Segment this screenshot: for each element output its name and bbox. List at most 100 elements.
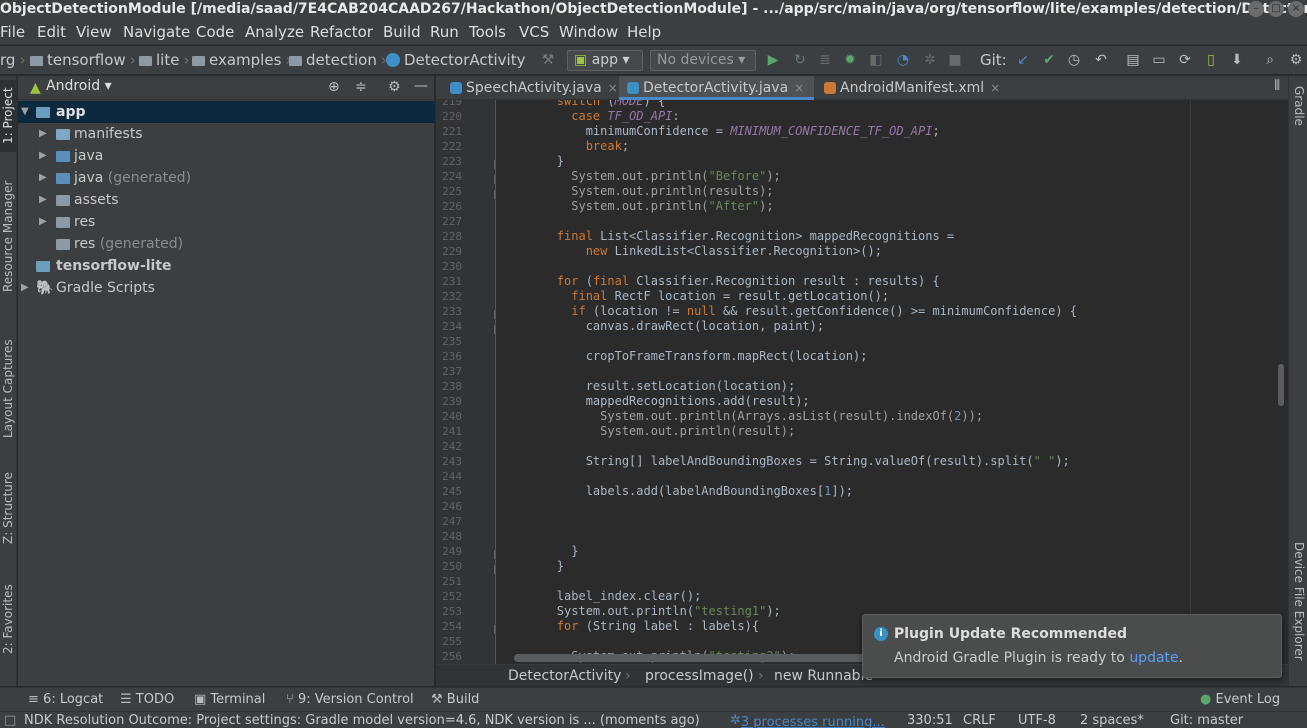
close-tab-icon[interactable]: × [990, 81, 1000, 95]
rollback-icon[interactable]: ↶ [1093, 52, 1109, 68]
run-icon[interactable]: ▶ [765, 52, 781, 68]
tool-version-control[interactable]: ⑂ 9: Version Control [286, 692, 414, 708]
file-encoding[interactable]: UTF-8 [1018, 712, 1056, 728]
history-icon[interactable]: ◷ [1066, 52, 1082, 68]
fold-marker-icon[interactable] [494, 175, 495, 184]
tool-terminal[interactable]: ▣ Terminal [194, 692, 265, 708]
tree-item-tensorflow-lite[interactable]: tensorflow-lite [18, 255, 435, 277]
tree-item-app[interactable]: ▼ app [18, 101, 435, 123]
commit-icon[interactable]: ✔ [1041, 52, 1057, 68]
crumb-method[interactable]: processImage() [645, 665, 754, 686]
collapse-all-icon[interactable]: ≑ [355, 79, 367, 95]
git-branch[interactable]: Git: master [1170, 712, 1243, 728]
maximize-icon[interactable]: □ [1268, 1, 1284, 17]
indent-setting[interactable]: 2 spaces* [1080, 712, 1144, 728]
coverage-icon[interactable]: ◧ [868, 52, 884, 68]
fold-marker-icon[interactable] [494, 565, 495, 574]
menu-vcs[interactable]: VCS [519, 23, 549, 42]
crumb-detector-activity[interactable]: DetectorActivity [386, 51, 525, 69]
tab-project[interactable]: 1: Project [0, 80, 17, 152]
menu-view[interactable]: View [76, 23, 112, 42]
caret-position[interactable]: 330:51 [907, 712, 953, 728]
tree-item-res-generated[interactable]: res (generated) [18, 233, 435, 255]
project-structure-icon[interactable]: ▤ [1125, 52, 1141, 68]
crumb-lite[interactable]: lite › [139, 51, 193, 69]
menu-run[interactable]: Run [430, 23, 459, 42]
expand-arrow-icon[interactable]: ▶ [39, 167, 47, 189]
code-area[interactable]: switch (MODE) { case TF_OD_API: minimumC… [499, 100, 1189, 670]
tool-event-log[interactable]: ● Event Log [1200, 692, 1280, 708]
menu-file[interactable]: File [0, 23, 25, 42]
tree-item-java-generated[interactable]: ▶ java (generated) [18, 167, 435, 189]
expand-arrow-icon[interactable]: ▼ [21, 101, 29, 123]
fold-marker-icon[interactable] [494, 310, 495, 319]
apply-changes-icon[interactable]: ↻ [792, 52, 808, 68]
line-separator[interactable]: CRLF [963, 712, 996, 728]
tree-item-java[interactable]: ▶ java [18, 145, 435, 167]
profile-icon[interactable]: ◔ [895, 52, 911, 68]
tool-build[interactable]: ⚒ Build [431, 692, 479, 708]
update-project-icon[interactable]: ↙ [1015, 52, 1031, 68]
expand-arrow-icon[interactable]: ▶ [39, 145, 47, 167]
menu-help[interactable]: Help [627, 23, 661, 42]
gear-icon[interactable]: ⚙ [388, 79, 401, 95]
close-icon[interactable]: × [1288, 1, 1304, 17]
expand-arrow-icon[interactable]: ▶ [21, 277, 29, 299]
debug-icon[interactable]: ✹ [842, 52, 858, 68]
expand-arrow-icon[interactable]: ▶ [39, 189, 47, 211]
status-message[interactable]: NDK Resolution Outcome: Project settings… [24, 712, 700, 728]
menu-navigate[interactable]: Navigate [123, 23, 190, 42]
crumb-tensorflow[interactable]: tensorflow › [30, 51, 140, 69]
tree-item-gradle-scripts[interactable]: ▶ 🐘 Gradle Scripts [18, 277, 435, 299]
menu-edit[interactable]: Edit [37, 23, 66, 42]
tree-item-res[interactable]: ▶ res [18, 211, 435, 233]
update-link[interactable]: update [1129, 650, 1178, 666]
hammer-icon[interactable]: ⚒ [540, 52, 556, 68]
attach-debugger-icon[interactable]: ✲ [922, 52, 938, 68]
close-tab-icon[interactable]: × [608, 81, 618, 95]
stop-icon[interactable]: ■ [947, 52, 963, 68]
tool-todo[interactable]: ☰ TODO [120, 692, 174, 708]
tree-item-manifests[interactable]: ▶ manifests [18, 123, 435, 145]
tab-structure[interactable]: Z: Structure [0, 468, 17, 548]
crumb-detection[interactable]: detection › [289, 51, 391, 69]
sdk-manager-icon[interactable]: ⬇ [1229, 52, 1245, 68]
crumb-class[interactable]: DetectorActivity [508, 665, 621, 686]
settings-icon[interactable]: ⚙ [1288, 52, 1304, 68]
menu-tools[interactable]: Tools [469, 23, 506, 42]
minimize-icon[interactable]: – [1248, 1, 1264, 17]
menu-analyze[interactable]: Analyze [245, 23, 304, 42]
crumb-org[interactable]: rg › [0, 51, 29, 69]
crumb-examples[interactable]: examples› [192, 51, 295, 69]
close-tab-icon[interactable]: × [794, 81, 804, 95]
tree-item-assets[interactable]: ▶ assets [18, 189, 435, 211]
fold-marker-icon[interactable] [494, 325, 495, 334]
tab-android-manifest[interactable]: AndroidManifest.xml × [816, 76, 1008, 100]
tab-layout-captures[interactable]: Layout Captures [0, 334, 17, 444]
menu-refactor[interactable]: Refactor [310, 23, 373, 42]
search-icon[interactable]: ⌕ [1262, 52, 1278, 68]
split-editor-icon[interactable]: ⦀ [1274, 78, 1280, 94]
fold-marker-icon[interactable] [494, 160, 495, 169]
fold-marker-icon[interactable] [494, 625, 495, 634]
device-dropdown[interactable]: No devices ▾ [650, 50, 756, 71]
fold-marker-icon[interactable] [494, 550, 495, 559]
locate-icon[interactable]: ⊕ [328, 79, 340, 95]
tab-gradle[interactable]: Gradle [1290, 86, 1307, 146]
run-config-dropdown[interactable]: ▣ app ▾ [567, 50, 643, 71]
menu-build[interactable]: Build [383, 23, 421, 42]
processes-indicator[interactable]: ✲ 3 processes running... [730, 712, 885, 728]
tab-device-file-explorer[interactable]: Device File Explorer [1290, 542, 1307, 682]
expand-arrow-icon[interactable]: ▶ [39, 211, 47, 233]
crumb-runnable[interactable]: new Runnable [774, 665, 873, 686]
tab-speech-activity[interactable]: SpeechActivity.java × [442, 76, 618, 100]
fold-marker-icon[interactable] [494, 190, 495, 199]
avd-manager-icon[interactable]: ▯ [1203, 52, 1219, 68]
tab-resource-manager[interactable]: Resource Manager [0, 176, 17, 296]
vertical-scrollbar[interactable] [1278, 364, 1284, 406]
menu-code[interactable]: Code [196, 23, 234, 42]
tab-favorites[interactable]: 2: Favorites [0, 576, 17, 662]
menu-window[interactable]: Window [559, 23, 618, 42]
code-changes-icon[interactable]: ≣ [817, 52, 833, 68]
layout-inspector-icon[interactable]: ▭ [1151, 52, 1167, 68]
